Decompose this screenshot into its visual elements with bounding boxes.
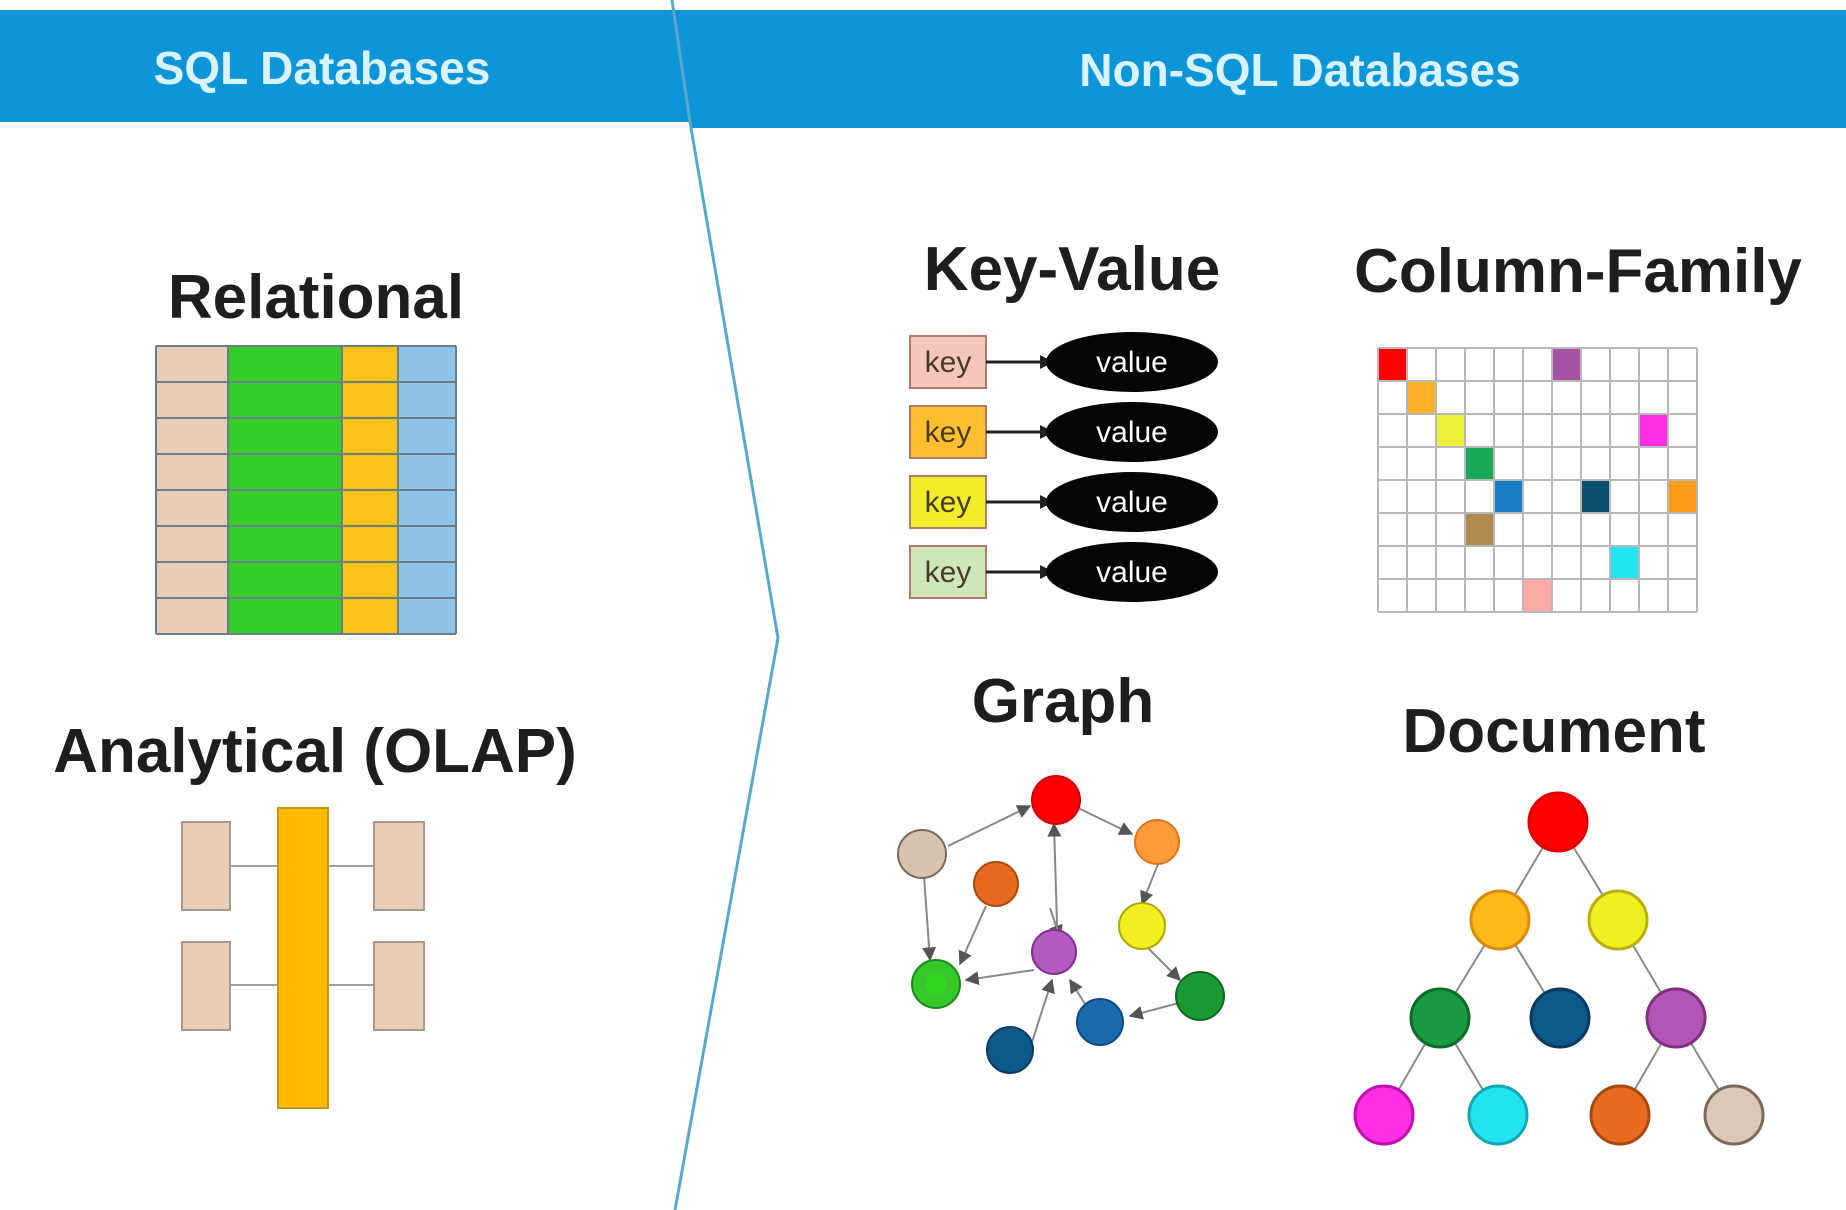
database-types-diagram: SQL Databases Non-SQL Databases Relation… [0, 0, 1846, 1210]
analytical-title: Analytical (OLAP) [53, 717, 577, 786]
column-family-cell [1378, 348, 1407, 381]
column-family-cell [1610, 546, 1639, 579]
key-value-title: Key-Value [924, 235, 1220, 304]
value-label: value [1096, 416, 1168, 449]
column-family-cell [1407, 381, 1436, 414]
column-family-cell [1639, 414, 1668, 447]
diagram-canvas: SQL Databases Non-SQL Databases Relation… [0, 0, 1846, 1210]
column-family-cell [1668, 480, 1697, 513]
key-label: key [925, 486, 972, 519]
key-label: key [925, 346, 972, 379]
column-family-cell [1436, 414, 1465, 447]
column-family-cell [1465, 513, 1494, 546]
column-family-cell [1465, 447, 1494, 480]
column-family-cell [1523, 579, 1552, 612]
value-label: value [1096, 346, 1168, 379]
sql-header-label: SQL Databases [154, 42, 491, 94]
column-family-cell [1552, 348, 1581, 381]
nosql-header-label: Non-SQL Databases [1079, 44, 1520, 96]
column-family-cell [1494, 480, 1523, 513]
key-label: key [925, 416, 972, 449]
sql-nosql-divider [670, 0, 780, 1210]
column-family-grid [1377, 347, 1698, 613]
graph-title: Graph [972, 667, 1155, 736]
olap-star-schema-icon [181, 807, 425, 1109]
column-family-title: Column-Family [1354, 237, 1802, 306]
key-value-row: key value [909, 472, 1218, 532]
key-label: key [925, 556, 972, 589]
document-tree [1353, 791, 1765, 1146]
value-label: value [1096, 486, 1168, 519]
key-value-row: key value [909, 402, 1218, 462]
key-value-list: key value key value key value key value [909, 332, 1218, 602]
key-value-row: key value [909, 542, 1218, 602]
relational-title: Relational [168, 263, 464, 332]
column-family-cell [1581, 480, 1610, 513]
value-label: value [1096, 556, 1168, 589]
key-value-row: key value [909, 332, 1218, 392]
graph-network [897, 775, 1225, 1074]
relational-table-icon [155, 345, 457, 635]
document-title: Document [1402, 697, 1705, 766]
